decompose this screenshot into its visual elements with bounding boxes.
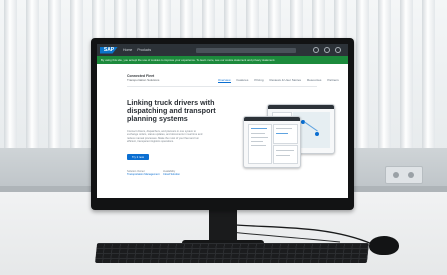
mockup-status-card [273,124,298,144]
nav-divider [127,86,317,87]
mockup-line [251,141,263,142]
monitor-stand-neck [209,210,237,244]
mockup-line [276,133,288,134]
mockup-line [251,133,265,134]
page-description: Connect drivers, dispatchers, and planne… [127,130,203,144]
mockup-order-card [248,124,272,164]
search-input[interactable] [196,47,297,53]
meta-solution-owner: Solution Owner Transportation Management [127,170,160,177]
browser-shell-bar: SAP Home Products [97,44,348,56]
user-icon[interactable] [324,47,331,53]
nav-item-resources[interactable]: Resources [307,78,321,83]
mockup-line [276,128,292,129]
try-now-button[interactable]: Try it now [127,154,149,160]
search-icon[interactable] [313,47,320,53]
nav-item-overview[interactable]: Overview [218,78,231,83]
site-brand[interactable]: Connected Fleet Transportation Solutions [127,74,159,82]
mockup-header [268,105,334,109]
map-pin-icon [315,132,319,136]
meta-left-link[interactable]: Transportation Management [127,173,160,176]
brand-subtitle: Transportation Solutions [127,78,160,82]
mockup-line [276,155,290,156]
route-line [304,121,318,132]
cart-icon[interactable] [335,47,342,53]
mockup-line [276,150,294,151]
nav-item-partners[interactable]: Partners [327,78,338,83]
site-nav: Overview Features Pricing Reviews & User… [218,78,339,83]
mockup-line [251,145,266,146]
mockup-line [251,128,267,129]
nav-item-pricing[interactable]: Pricing [254,78,263,83]
mockup-header [244,117,300,121]
shell-products-link[interactable]: Products [137,48,151,52]
page-headline: Linking truck drivers with dispatching a… [127,98,216,124]
meta-right-link[interactable]: Cloud Solution [163,173,180,176]
monitor: SAP Home Products By using this site, yo… [91,38,354,210]
mouse [369,236,399,255]
shell-home-link[interactable]: Home [123,48,132,52]
meta-availability: Availability Cloud Solution [163,170,180,177]
monitor-screen: SAP Home Products By using this site, yo… [97,44,348,198]
cookie-notice-bar: By using this site, you accept the use o… [97,56,348,64]
mockup-detail-card [273,145,298,164]
office-photo-scene: SAP Home Products By using this site, yo… [0,0,447,275]
keyboard [94,243,370,263]
nav-item-features[interactable]: Features [237,78,249,83]
shell-icons [313,47,342,53]
nav-item-reviews[interactable]: Reviews & User Stories [270,78,302,83]
app-mockup-driver [243,116,301,168]
mockup-line [251,137,268,138]
sap-logo[interactable]: SAP [100,46,118,54]
